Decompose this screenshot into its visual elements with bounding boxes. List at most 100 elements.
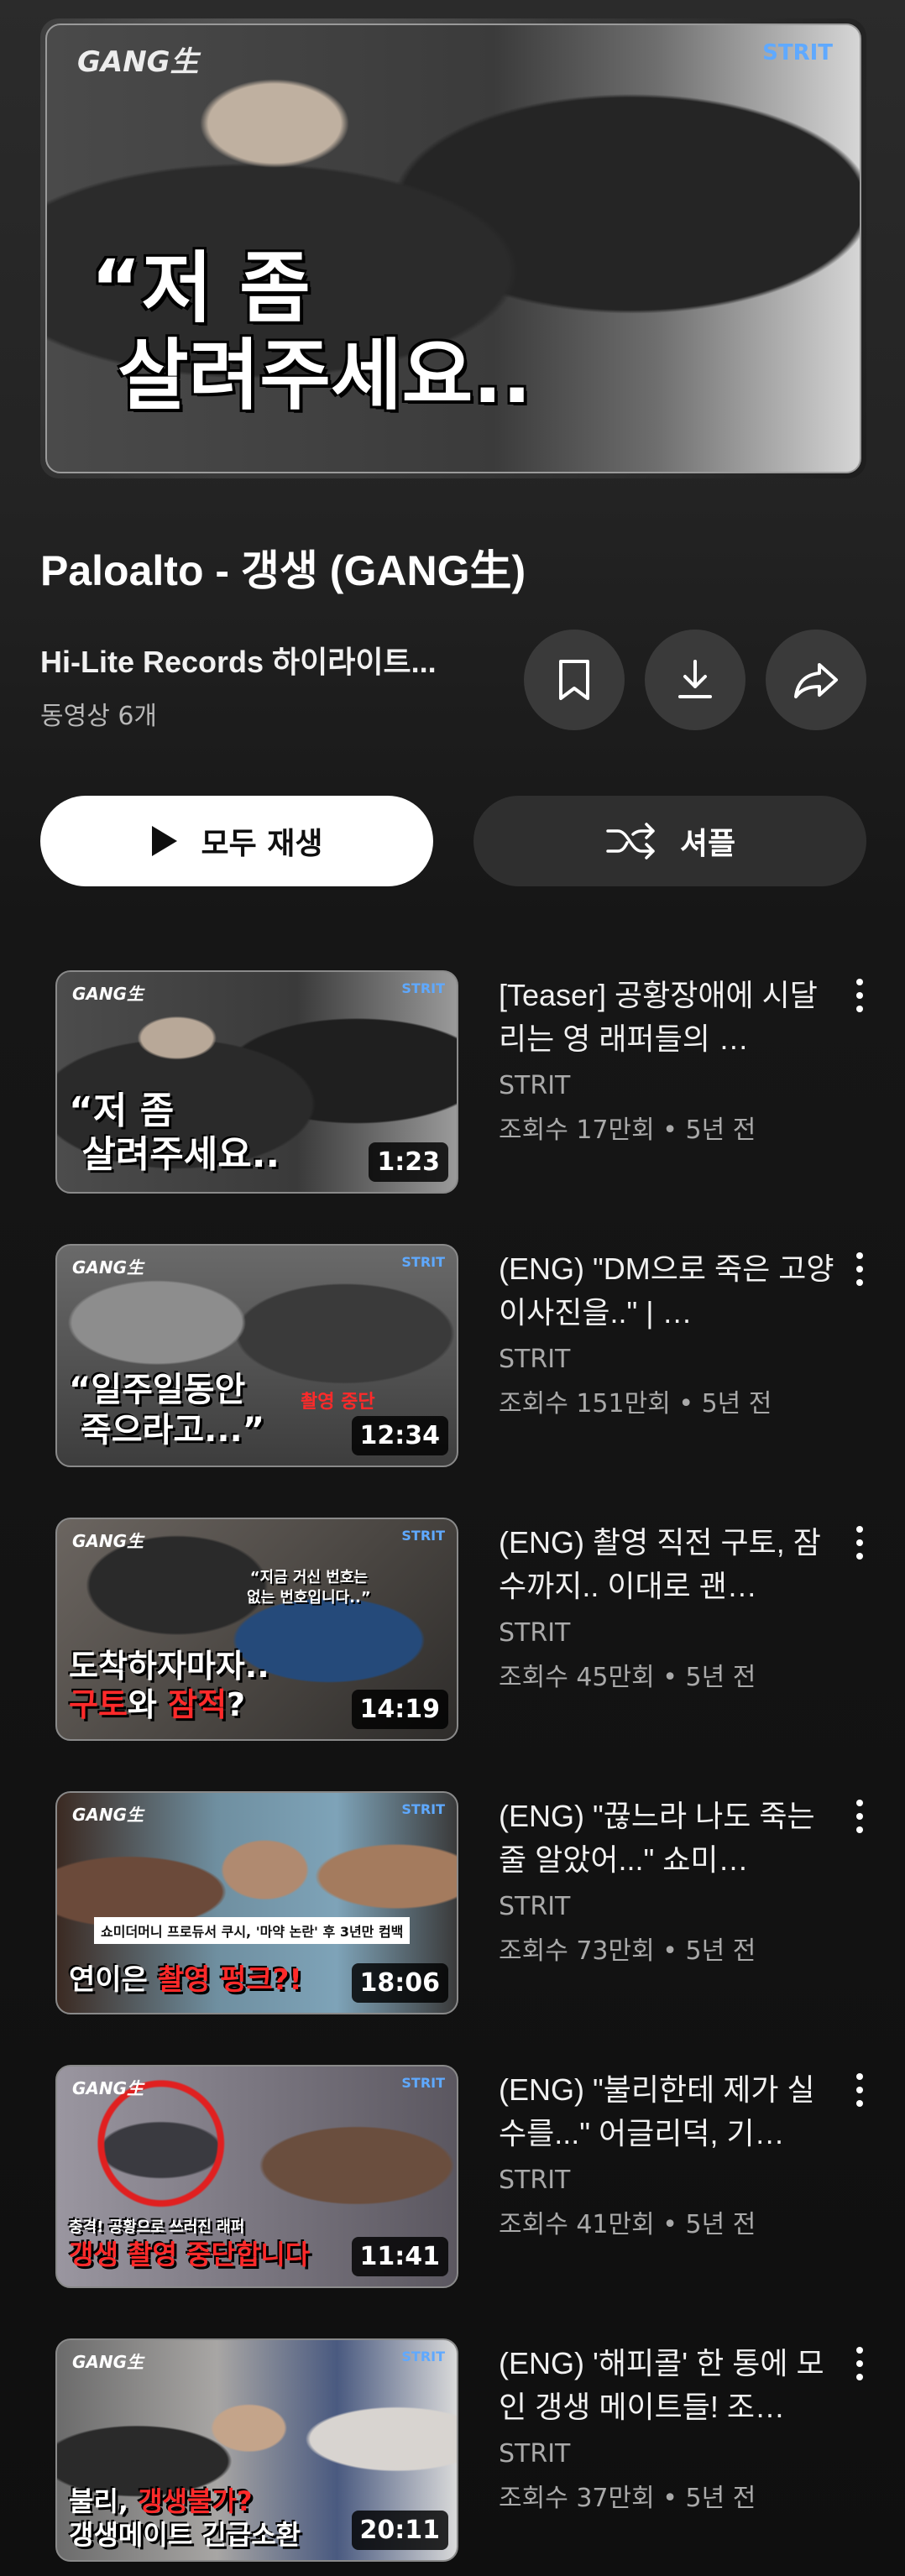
thumbnail-caption-text: 불리, <box>69 2485 139 2517</box>
share-button[interactable] <box>766 630 866 730</box>
thumbnail-caption-highlight: 잠적 <box>168 1686 228 1723</box>
play-icon <box>152 826 178 856</box>
video-thumbnail[interactable]: GANG生 STRIT 쇼미더머니 프로듀서 쿠시, '마약 논란' 후 3년만… <box>55 1791 458 2014</box>
thumbnail-brand-logo: GANG生 <box>72 984 144 1004</box>
share-icon <box>794 663 838 698</box>
thumbnail-channel-logo: STRIT <box>401 2349 445 2364</box>
thumbnail-caption-text: ? <box>227 1686 246 1723</box>
thumbnail-caption: “저 좀 살려주세요.. <box>69 1089 280 1176</box>
video-list-item[interactable]: GANG生 STRIT “저 좀 살려주세요.. 1:23 [Teaser] 공… <box>0 970 905 1197</box>
thumbnail-caption: 도착하자마자.. 구토와 잠적? <box>69 1647 269 1724</box>
video-thumbnail[interactable]: GANG生 STRIT 불리, 갱생불가? 갱생메이트 긴급소환 20:11 <box>55 2338 458 2562</box>
play-all-button[interactable]: 모두 재생 <box>40 796 433 886</box>
thumbnail-brand-logo: GANG生 <box>72 1805 144 1825</box>
thumbnail-caption-highlight: 구토 <box>69 1686 128 1723</box>
thumbnail-subcaption: 촬영 중단 <box>301 1392 375 1413</box>
thumbnail-caption-line2: 구토와 잠적? <box>69 1685 269 1724</box>
video-stats: 조회수 73만회 • 5년 전 <box>499 1936 756 1966</box>
thumbnail-caption-highlight: 갱생 촬영 중단합니다 <box>69 2239 311 2270</box>
video-title[interactable]: (ENG) "불리한테 제가 실수를..." 어글리덕, 기… <box>499 2068 834 2155</box>
video-duration: 12:34 <box>351 1416 448 1455</box>
video-stats: 조회수 37만회 • 5년 전 <box>499 2484 756 2513</box>
cover-channel-logo: STRIT <box>762 40 833 65</box>
video-list-item[interactable]: GANG生 STRIT 충격! 공황으로 쓰러진 래퍼 갱생 촬영 중단합니다 … <box>0 2065 905 2291</box>
video-duration: 20:11 <box>351 2511 448 2550</box>
more-dot-icon <box>856 2347 863 2354</box>
more-options-button[interactable] <box>851 2347 868 2380</box>
video-channel: STRIT <box>499 1892 571 1921</box>
more-options-button[interactable] <box>851 1800 868 1833</box>
video-list-item[interactable]: GANG生 STRIT “지금 거신 번호는 없는 번호입니다..” 도착하자마… <box>0 1518 905 1744</box>
video-channel: STRIT <box>499 2166 571 2195</box>
video-title[interactable]: (ENG) 촬영 직전 구토, 잠수까지.. 이대로 괜… <box>499 1521 834 1608</box>
video-channel: STRIT <box>499 2439 571 2469</box>
thumbnail-caption: 충격! 공황으로 쓰러진 래퍼 갱생 촬영 중단합니다 <box>69 2218 310 2271</box>
thumbnail-caption: 연이은 촬영 펑크?! <box>69 1962 302 1998</box>
video-duration: 1:23 <box>369 1142 448 1182</box>
thumbnail-caption-text: 와 <box>127 1686 169 1723</box>
cover-brand-logo: GANG生 <box>77 45 199 79</box>
shuffle-label: 셔플 <box>679 827 736 861</box>
thumbnail-caption: “일주일동안 죽으라고...” <box>69 1371 265 1450</box>
video-duration: 18:06 <box>351 1963 448 2003</box>
bookmark-icon <box>559 660 589 700</box>
thumbnail-channel-logo: STRIT <box>401 1528 445 1544</box>
video-title[interactable]: (ENG) "DM으로 죽은 고양이사진을.." | … <box>499 1247 834 1335</box>
playlist-title: Paloalto - 갱생 (GANG生) <box>40 547 526 594</box>
video-thumbnail[interactable]: GANG生 STRIT “저 좀 살려주세요.. 1:23 <box>55 970 458 1194</box>
more-dot-icon <box>856 1266 863 1272</box>
more-dot-icon <box>856 1553 863 1560</box>
thumbnail-channel-logo: STRIT <box>401 1254 445 1270</box>
video-list-item[interactable]: GANG生 STRIT 불리, 갱생불가? 갱생메이트 긴급소환 20:11 (… <box>0 2338 905 2565</box>
more-options-button[interactable] <box>851 1252 868 1286</box>
video-duration: 14:19 <box>351 1690 448 1729</box>
more-dot-icon <box>856 2360 863 2367</box>
thumbnail-caption-text: ?! <box>272 1963 302 1997</box>
video-thumbnail[interactable]: GANG生 STRIT 충격! 공황으로 쓰러진 래퍼 갱생 촬영 중단합니다 … <box>55 2065 458 2288</box>
video-stats: 조회수 151만회 • 5년 전 <box>499 1389 772 1419</box>
video-title[interactable]: [Teaser] 공황장애에 시달리는 영 래퍼들의 … <box>499 974 834 1061</box>
more-dot-icon <box>856 1800 863 1806</box>
more-options-button[interactable] <box>851 2073 868 2107</box>
video-stats: 조회수 17만회 • 5년 전 <box>499 1116 756 1145</box>
video-title[interactable]: (ENG) '해피콜' 한 통에 모인 갱생 메이트들! 조… <box>499 2342 834 2429</box>
video-channel: STRIT <box>499 1618 571 1648</box>
thumbnail-note: 충격! 공황으로 쓰러진 래퍼 <box>69 2218 245 2236</box>
play-all-label: 모두 재생 <box>201 827 323 861</box>
thumbnail-caption-line2: 갱생메이트 긴급소환 <box>69 2519 301 2551</box>
save-button[interactable] <box>524 630 625 730</box>
thumbnail-channel-logo: STRIT <box>401 2075 445 2091</box>
video-thumbnail[interactable]: GANG生 STRIT 촬영 중단 “일주일동안 죽으라고...” 12:34 <box>55 1244 458 1467</box>
more-dot-icon <box>856 2087 863 2093</box>
thumbnail-note: 쇼미더머니 프로듀서 쿠시, '마약 논란' 후 3년만 컴백 <box>94 1917 411 1944</box>
more-dot-icon <box>856 1526 863 1533</box>
thumbnail-caption: 불리, 갱생불가? 갱생메이트 긴급소환 <box>69 2485 301 2552</box>
more-options-button[interactable] <box>851 1526 868 1560</box>
thumbnail-caption-highlight: 촬영 펑크 <box>157 1963 273 1997</box>
more-dot-icon <box>856 1826 863 1833</box>
more-dot-icon <box>856 1279 863 1286</box>
video-channel: STRIT <box>499 1345 571 1374</box>
thumbnail-caption-line1: 도착하자마자.. <box>69 1648 269 1685</box>
download-button[interactable] <box>645 630 745 730</box>
more-options-button[interactable] <box>851 979 868 1012</box>
video-list-item[interactable]: GANG生 STRIT 쇼미더머니 프로듀서 쿠시, '마약 논란' 후 3년만… <box>0 1791 905 2018</box>
thumbnail-caption-line1: 불리, 갱생불가? <box>69 2485 301 2518</box>
thumbnail-brand-logo: GANG生 <box>72 1257 144 1278</box>
playlist-video-count: 동영상 6개 <box>40 702 158 731</box>
playlist-cover[interactable]: GANG生 STRIT “저 좀 살려주세요.. <box>40 18 866 478</box>
download-icon <box>678 660 712 698</box>
video-title[interactable]: (ENG) "끊느라 나도 죽는 줄 알았어..." 쇼미… <box>499 1795 834 1882</box>
video-thumbnail[interactable]: GANG生 STRIT “지금 거신 번호는 없는 번호입니다..” 도착하자마… <box>55 1518 458 1741</box>
video-list-item[interactable]: GANG生 STRIT 촬영 중단 “일주일동안 죽으라고...” 12:34 … <box>0 1244 905 1471</box>
more-dot-icon <box>856 2374 863 2380</box>
thumbnail-channel-logo: STRIT <box>401 980 445 996</box>
more-dot-icon <box>856 992 863 999</box>
video-duration: 11:41 <box>351 2237 448 2276</box>
thumbnail-channel-logo: STRIT <box>401 1801 445 1817</box>
cover-caption: “저 좀 살려주세요.. <box>91 243 532 421</box>
more-dot-icon <box>856 1539 863 1546</box>
playlist-channel[interactable]: Hi-Lite Records 하이라이트... <box>40 638 437 682</box>
thumbnail-caption-text: ? <box>236 2485 253 2517</box>
shuffle-button[interactable]: 셔플 <box>473 796 866 886</box>
